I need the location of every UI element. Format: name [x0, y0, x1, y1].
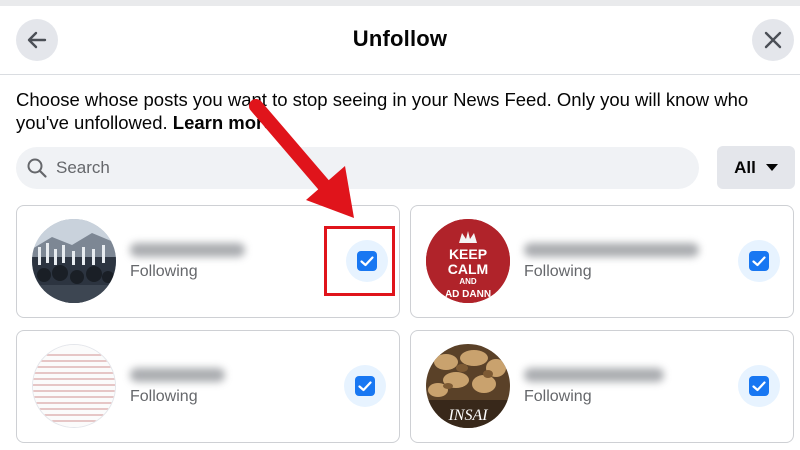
following-status: Following — [130, 263, 198, 280]
avatar: INSAI — [426, 344, 510, 428]
page-card[interactable]: INSAI Following — [410, 330, 794, 443]
checkbox-checked-icon — [355, 376, 375, 396]
description-text: Choose whose posts you want to stop seei… — [16, 89, 749, 133]
page-name-redacted — [130, 243, 245, 257]
avatar-text: AND — [459, 277, 477, 286]
following-status: Following — [524, 263, 592, 280]
dialog-header: Unfollow — [0, 6, 800, 75]
checkbox-checked-icon — [749, 251, 769, 271]
page-name-redacted — [524, 368, 664, 382]
annotation-arrow-icon — [249, 99, 354, 218]
avatar-text: AD DANN — [445, 289, 491, 300]
following-toggle[interactable] — [344, 365, 386, 407]
caret-down-icon — [765, 163, 778, 171]
close-button[interactable] — [752, 19, 794, 61]
following-toggle[interactable] — [738, 240, 780, 282]
page-card[interactable]: Following — [16, 330, 400, 443]
close-icon — [764, 31, 782, 49]
page-card[interactable]: KEEP CALM AND AD DANN Following — [410, 205, 794, 318]
page-title: Unfollow — [352, 26, 448, 51]
avatar — [32, 219, 116, 303]
avatar — [32, 344, 116, 428]
avatar-text: CALM — [448, 261, 488, 277]
avatar: KEEP CALM AND AD DANN — [426, 219, 510, 303]
filter-label: All — [734, 157, 756, 177]
annotation-highlight-box — [324, 226, 395, 296]
avatar-text: INSAI — [447, 407, 488, 424]
following-toggle[interactable] — [738, 365, 780, 407]
page-name-redacted — [524, 243, 699, 257]
following-status: Following — [130, 388, 198, 405]
filter-dropdown[interactable]: All — [717, 146, 795, 189]
following-status: Following — [524, 388, 592, 405]
page-name-redacted — [130, 368, 225, 382]
checkbox-checked-icon — [749, 376, 769, 396]
search-icon — [27, 158, 47, 178]
description: Choose whose posts you want to stop seei… — [16, 88, 786, 134]
avatar-text: KEEP — [449, 246, 487, 262]
